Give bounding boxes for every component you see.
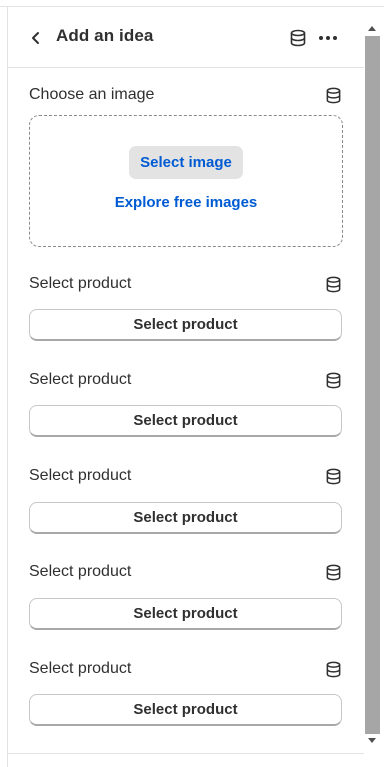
bottom-divider — [8, 753, 364, 754]
product-section-header: Select product — [29, 560, 344, 584]
product-dynamic-source-button[interactable] — [322, 369, 344, 391]
database-icon — [290, 29, 306, 47]
image-dynamic-source-button[interactable] — [322, 84, 344, 106]
vertical-scrollbar[interactable] — [364, 26, 381, 751]
database-icon — [326, 276, 340, 292]
select-product-button[interactable]: Select product — [29, 502, 342, 534]
database-icon — [326, 468, 340, 484]
more-actions-button[interactable] — [315, 26, 341, 50]
select-product-button[interactable]: Select product — [29, 694, 342, 726]
product-dynamic-source-button[interactable] — [322, 465, 344, 487]
panel-header: Add an idea — [8, 7, 364, 68]
select-product-button[interactable]: Select product — [29, 405, 342, 437]
select-product-button[interactable]: Select product — [29, 598, 342, 630]
scroll-up-arrow-icon[interactable] — [368, 26, 376, 31]
database-icon — [326, 564, 340, 580]
product-section-label: Select product — [29, 467, 132, 484]
scrollbar-thumb[interactable] — [365, 36, 380, 734]
product-section-label: Select product — [29, 275, 132, 292]
database-icon — [326, 372, 340, 388]
product-dynamic-source-button[interactable] — [322, 273, 344, 295]
explore-free-images-link[interactable]: Explore free images — [30, 194, 342, 211]
chevron-left-icon — [32, 32, 39, 44]
dynamic-source-button[interactable] — [286, 26, 310, 50]
page-title: Add an idea — [56, 26, 154, 45]
product-section-label: Select product — [29, 563, 132, 580]
product-section-label: Select product — [29, 660, 132, 677]
scroll-down-arrow-icon[interactable] — [368, 738, 376, 743]
product-section-header: Select product — [29, 464, 344, 488]
back-button[interactable] — [24, 26, 48, 50]
image-dropzone[interactable]: Select image Explore free images — [29, 115, 343, 247]
product-dynamic-source-button[interactable] — [322, 561, 344, 583]
database-icon — [326, 87, 340, 103]
database-icon — [326, 661, 340, 677]
product-section-header: Select product — [29, 657, 344, 681]
product-section-header: Select product — [29, 368, 344, 392]
select-product-button[interactable]: Select product — [29, 309, 342, 341]
product-section-header: Select product — [29, 272, 344, 296]
product-dynamic-source-button[interactable] — [322, 658, 344, 680]
image-section-header: Choose an image — [29, 83, 344, 107]
product-section-label: Select product — [29, 371, 132, 388]
more-horizontal-icon — [319, 36, 337, 40]
side-panel: Add an idea Choose an image Select image… — [7, 7, 364, 767]
select-image-button[interactable]: Select image — [129, 146, 243, 179]
image-section-label: Choose an image — [29, 86, 155, 103]
